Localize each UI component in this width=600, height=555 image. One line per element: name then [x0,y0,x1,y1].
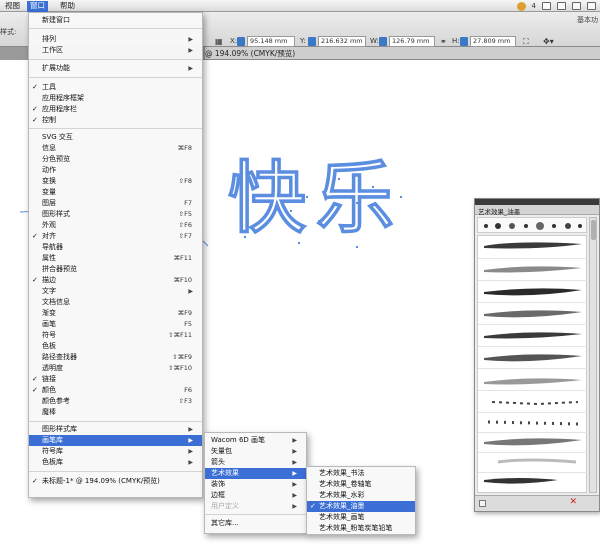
h-label: H: [452,37,460,45]
menu-item-links[interactable]: ✓ 链接 [29,374,202,385]
document-tab-title: @ 194.09% (CMYK/预览) [205,49,296,58]
menu-item-app-bar[interactable]: ✓ 应用程序栏 [29,104,202,115]
delete-brush-icon[interactable]: ✕ [569,497,577,507]
link-constrain-icon[interactable]: ⚭ [440,37,447,46]
menu-item-svg-interactivity[interactable]: SVG 交互 [29,132,202,143]
y-field[interactable]: 216.632 mm [318,36,366,47]
menu-bar-status: 4 [516,0,596,12]
submenu-item-borders[interactable]: 边框 ▶ [205,490,306,501]
x-stepper-icon[interactable] [237,37,245,46]
w-label: W: [370,37,379,45]
volume-icon[interactable] [572,2,581,10]
art-item-paintbrush[interactable]: 艺术效果_画笔 [307,512,415,523]
menu-item-align[interactable]: ✓ 对齐 ⇧F7 [29,231,202,242]
time-icon[interactable] [587,2,596,10]
brush-strokes [484,242,582,484]
submenu-item-other-library[interactable]: 其它库... [205,518,306,529]
submenu-item-artistic[interactable]: 艺术效果 ▶ [205,468,306,479]
menu-item-transform[interactable]: 变换 ⇧F8 [29,176,202,187]
menu-item-app-frame[interactable]: 应用程序框架 [29,93,202,104]
menu-item-variables[interactable]: 变量 [29,187,202,198]
menu-help[interactable]: 帮助 [57,1,78,12]
menu-item-type[interactable]: 文字 ▶ [29,286,202,297]
panel-tab-title[interactable]: 艺术效果_油墨 [478,206,520,216]
menu-item-new-window[interactable]: 新建窗口 [29,15,202,26]
menu-item-graphic-style-libraries[interactable]: 图形样式库 ▶ [29,424,202,435]
menu-item-separations-preview[interactable]: 分色预览 [29,154,202,165]
menu-item-swatches[interactable]: 色板 [29,341,202,352]
artwork-outline-text: 快乐 [228,154,404,244]
h-stepper-icon[interactable] [460,37,468,46]
menu-item-pathfinder[interactable]: 路径查找器 ⇧⌘F9 [29,352,202,363]
options-icon[interactable]: ✥▾ [543,37,554,46]
brush-list[interactable] [477,235,588,493]
y-label: Y: [300,37,306,45]
menu-item-transparency[interactable]: 透明度 ⇧⌘F10 [29,363,202,374]
style-label: 样式: [0,28,17,36]
reference-point-icon[interactable]: ▦ [215,37,223,46]
menu-item-navigator[interactable]: 导航器 [29,242,202,253]
screen-icon[interactable] [542,2,551,10]
menu-item-magic-wand[interactable]: 魔棒 [29,407,202,418]
h-field[interactable]: 27.809 mm [470,36,516,47]
art-item-scroll-pen[interactable]: 艺术效果_卷轴笔 [307,479,415,490]
submenu-item-user-defined: 用户定义 ▶ [211,502,297,510]
menu-item-layers[interactable]: 图层 F7 [29,198,202,209]
menu-item-control[interactable]: ✓ 控制 [29,115,202,126]
artistic-brushes-submenu: 艺术效果_书法 艺术效果_卷轴笔 艺术效果_水彩 ✓ 艺术效果_油墨 艺术效果_画… [306,466,416,535]
panel-footer: ✕ [475,495,599,511]
user-icon[interactable] [516,1,526,11]
menu-item-brushes[interactable]: 画笔 F5 [29,319,202,330]
menu-item-appearance[interactable]: 外观 ⇧F6 [29,220,202,231]
library-menu-icon[interactable] [479,500,486,507]
menu-item-gradient[interactable]: 渐变 ⌘F9 [29,308,202,319]
w-field[interactable]: 126.79 mm [389,36,435,47]
menu-item-actions[interactable]: 动作 [29,165,202,176]
scrollbar-thumb[interactable] [591,220,596,240]
art-item-calligraphic[interactable]: 艺术效果_书法 [307,468,415,479]
menu-item-document-info[interactable]: 文档信息 [29,297,202,308]
brush-thumbnail-row [477,217,587,233]
menu-item-arrange[interactable]: 排列 ▶ [29,34,202,45]
window-menu: 新建窗口 排列 ▶ 工作区 ▶ 扩展功能 ▶ ✓ 工具 应用程序框架 ✓ 应用程序栏 ✓ 控… [28,12,203,498]
submenu-item-arrows[interactable]: 箭头 ▶ [205,457,306,468]
submenu-item-vector-packs[interactable]: 矢量包 ▶ [205,446,306,457]
menu-item-flattener-preview[interactable]: 拼合器预览 [29,264,202,275]
menu-item-info[interactable]: 信息 ⌘F8 [29,143,202,154]
menu-item-open-document[interactable]: ✓ 未标题-1* @ 194.09% (CMYK/预览) [29,476,202,487]
status-count: 4 [531,2,536,10]
w-stepper-icon[interactable] [379,37,387,46]
menu-item-extensions[interactable]: 扩展功能 ▶ [29,63,202,74]
menu-item-workspace[interactable]: 工作区 ▶ [29,45,202,56]
menu-item-symbols[interactable]: 符号 ⇧⌘F11 [29,330,202,341]
brush-library-panel: 艺术效果_油墨 ✕ [474,198,600,512]
menu-item-brush-libraries[interactable]: 画笔库 ▶ [29,435,202,446]
menu-item-attributes[interactable]: 属性 ⌘F11 [29,253,202,264]
menu-item-symbol-libraries[interactable]: 符号库 ▶ [29,446,202,457]
document-tab[interactable]: @ 194.09% (CMYK/预览) [205,47,600,60]
submenu-item-decorative[interactable]: 装饰 ▶ [205,479,306,490]
submenu-item-wacom[interactable]: Wacom 6D 画笔 ▶ [205,435,306,446]
menu-item-color[interactable]: ✓ 颜色 F6 [29,385,202,396]
menu-item-stroke[interactable]: ✓ 描边 ⌘F10 [29,275,202,286]
transform-icon[interactable]: ⛶ [523,37,529,47]
panel-scrollbar[interactable] [589,217,597,493]
menu-item-swatch-libraries[interactable]: 色板库 ▶ [29,457,202,468]
x-field[interactable]: 95.148 mm [247,36,295,47]
menu-item-tools[interactable]: ✓ 工具 [29,82,202,93]
menu-window[interactable]: 窗口 [27,1,48,12]
art-item-ink[interactable]: ✓ 艺术效果_油墨 [307,501,415,512]
brush-library-submenu: Wacom 6D 画笔 ▶ 矢量包 ▶ 箭头 ▶ 艺术效果 ▶ 装饰 ▶ 边框 ▶ 用户定义… [204,432,307,534]
workspace-essentials[interactable]: 基本功 [577,15,598,25]
menu-item-color-guide[interactable]: 颜色参考 ⇧F3 [29,396,202,407]
menu-item-graphic-styles[interactable]: 图形样式 ⇧F5 [29,209,202,220]
menu-view[interactable]: 视图 [2,1,23,12]
art-item-chalk-charcoal-pencil[interactable]: 艺术效果_粉笔炭笔铅笔 [307,523,415,534]
art-item-watercolor[interactable]: 艺术效果_水彩 [307,490,415,501]
display-icon[interactable] [557,2,566,10]
y-stepper-icon[interactable] [308,37,316,46]
menu-bar: 视图 窗口 帮助 4 [0,0,600,12]
